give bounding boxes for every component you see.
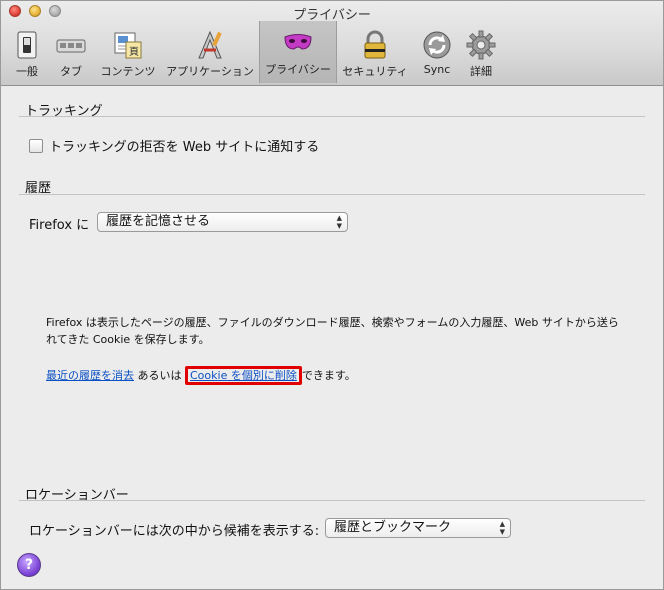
tab-content-label: コンテンツ bbox=[100, 65, 156, 78]
svg-text:頁: 頁 bbox=[129, 46, 139, 58]
help-button[interactable]: ? bbox=[17, 553, 41, 577]
tab-general[interactable]: 一般 bbox=[7, 23, 47, 81]
sync-icon bbox=[423, 31, 451, 59]
history-description: Firefox は表示したページの履歴、ファイルのダウンロード履歴、検索やフォー… bbox=[46, 316, 619, 346]
tab-applications[interactable]: アプリケーション bbox=[163, 23, 257, 81]
tab-security-label: セキュリティ bbox=[342, 65, 408, 78]
history-divider bbox=[19, 194, 645, 195]
can-do-text: できます。 bbox=[301, 369, 356, 382]
tab-privacy-label: プライバシー bbox=[265, 63, 331, 76]
padlock-icon bbox=[364, 30, 386, 59]
tab-sync[interactable]: Sync bbox=[415, 23, 459, 81]
tab-content[interactable]: 頁 コンテンツ bbox=[97, 23, 159, 81]
location-bar-suggest-label: ロケーションバーには次の中から候補を表示する: bbox=[29, 524, 320, 539]
content-icon: 頁 bbox=[114, 32, 142, 59]
remove-cookies-highlight: Cookie を個別に削除 bbox=[185, 366, 302, 385]
tab-advanced-label: 詳細 bbox=[470, 65, 492, 78]
history-prefix-label: Firefox に bbox=[29, 218, 90, 233]
preferences-toolbar: 一般 タブ 頁 コンテンツ アプリケーション プライバシー セキュリティ Syn… bbox=[1, 21, 663, 83]
switch-icon bbox=[17, 31, 37, 59]
tab-security[interactable]: セキュリティ bbox=[339, 23, 411, 81]
applications-icon bbox=[198, 30, 222, 59]
tab-sync-label: Sync bbox=[423, 63, 451, 76]
location-bar-suggest-value: 履歴とブックマーク bbox=[334, 520, 452, 535]
preferences-window: プライバシー 一般 タブ 頁 コンテンツ アプリケーション プライバシー セキュ… bbox=[0, 0, 664, 590]
location-bar-suggest-select[interactable]: 履歴とブックマーク ▲ ▼ bbox=[325, 518, 511, 538]
history-mode-select[interactable]: 履歴を記憶させる ▲ ▼ bbox=[97, 212, 348, 232]
privacy-panel: トラッキング トラッキングの拒否を Web サイトに通知する 履歴 Firefo… bbox=[1, 86, 663, 589]
or-text: あるいは bbox=[137, 369, 182, 382]
titlebar: プライバシー 一般 タブ 頁 コンテンツ アプリケーション プライバシー セキュ… bbox=[1, 1, 663, 86]
select-arrows-icon: ▲ ▼ bbox=[336, 214, 342, 230]
location-bar-divider bbox=[19, 500, 645, 501]
tab-advanced[interactable]: 詳細 bbox=[461, 23, 501, 81]
clear-recent-history-link[interactable]: 最近の履歴を消去 bbox=[46, 369, 134, 382]
tab-tabs[interactable]: タブ bbox=[51, 23, 91, 81]
tab-privacy[interactable]: プライバシー bbox=[259, 21, 337, 83]
tab-tabs-label: タブ bbox=[60, 65, 82, 78]
tab-applications-label: アプリケーション bbox=[166, 65, 254, 78]
do-not-track-label: トラッキングの拒否を Web サイトに通知する bbox=[49, 140, 320, 155]
tab-general-label: 一般 bbox=[16, 65, 38, 78]
tracking-divider bbox=[19, 116, 645, 117]
gear-icon bbox=[466, 30, 496, 60]
mask-icon bbox=[284, 34, 312, 50]
history-actions: 最近の履歴を消去 あるいは Cookie を個別に削除 できます。 bbox=[46, 366, 356, 385]
select-arrows-icon: ▲ ▼ bbox=[499, 520, 505, 536]
remove-individual-cookies-link[interactable]: Cookie を個別に削除 bbox=[190, 369, 297, 382]
tabs-icon bbox=[56, 39, 86, 53]
history-mode-value: 履歴を記憶させる bbox=[106, 214, 211, 229]
do-not-track-checkbox[interactable] bbox=[29, 138, 43, 153]
do-not-track-row[interactable]: トラッキングの拒否を Web サイトに通知する bbox=[29, 136, 319, 155]
